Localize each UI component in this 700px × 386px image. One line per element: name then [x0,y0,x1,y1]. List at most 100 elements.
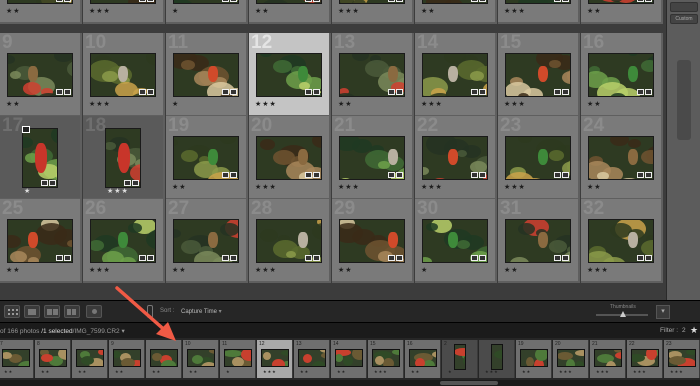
grid-cell[interactable]: ★★★ [332,0,414,24]
grid-cell[interactable]: 26 ★★★ [83,199,165,283]
star-rating[interactable]: ★ [24,188,31,196]
filmstrip-thumbnail[interactable]: 14 ★★ [331,340,367,378]
filmstrip-star-rating[interactable]: ★★ [522,369,531,374]
star-rating[interactable]: ★★ [6,8,21,16]
grid-cell[interactable]: 24 ★★ [581,116,663,200]
develop-badge-icon[interactable] [64,89,71,95]
grid-cell[interactable]: ★★ [581,0,663,24]
star-rating[interactable]: ★★ [504,267,519,275]
collection-badge-icon[interactable] [139,89,146,95]
sort-dropdown[interactable]: Capture Time [181,308,222,315]
collection-badge-icon[interactable] [471,0,478,2]
custom-button[interactable]: Custom [670,14,698,24]
photo-thumbnail[interactable] [22,128,58,188]
filmstrip-thumbnail[interactable]: 2 ★ [442,340,478,378]
filmstrip-star-rating[interactable]: ★★ [189,369,198,374]
grid-cell[interactable]: 17 ★ [0,116,82,200]
grid-cell[interactable]: 28 ★★★ [249,199,331,283]
develop-badge-icon[interactable] [49,180,56,186]
grid-scrollbar-thumb[interactable] [677,60,691,140]
develop-badge-icon[interactable] [396,89,403,95]
develop-badge-icon[interactable] [147,89,154,95]
star-rating[interactable]: ★★★ [255,184,277,192]
develop-badge-icon[interactable] [479,89,486,95]
develop-badge-icon[interactable] [645,255,652,261]
develop-badge-icon[interactable] [479,255,486,261]
grid-cell[interactable]: 13 ★★ [332,33,414,117]
filmstrip-thumbnail[interactable]: ★★ [72,340,108,378]
filmstrip-thumbnail[interactable]: 22 ★★★ [627,340,663,378]
star-rating[interactable]: ★★★ [89,101,111,109]
grid-cell[interactable]: ★★★ [498,0,580,24]
develop-badge-icon[interactable] [230,255,237,261]
collection-badge-icon[interactable] [388,0,395,2]
collection-badge-icon[interactable] [222,255,229,261]
star-rating[interactable]: ★★★ [89,267,111,275]
collection-badge-icon[interactable] [305,172,312,178]
grid-cell[interactable]: 29 ★★ [332,199,414,283]
collection-badge-icon[interactable] [554,172,561,178]
develop-badge-icon[interactable] [230,0,237,2]
compare-view-icon[interactable] [44,305,60,318]
star-rating[interactable]: ★★★ [89,8,111,16]
collection-badge-icon[interactable] [139,255,146,261]
collection-badge-icon[interactable] [554,0,561,2]
collection-badge-icon[interactable] [222,0,229,2]
develop-badge-icon[interactable] [479,0,486,2]
filmstrip-source-info[interactable]: of 166 photos /1 selected/IMG_7599.CR2 ▾ [0,327,125,335]
filmstrip-star-rating[interactable]: ★★ [115,369,124,374]
develop-badge-icon[interactable] [313,89,320,95]
filmstrip-star-rating[interactable]: ★ [448,369,453,374]
filmstrip-star-rating[interactable]: ★★ [78,369,87,374]
grid-cell[interactable]: 22 ★★★ [415,116,497,200]
grid-cell[interactable]: 10 ★★★ [83,33,165,117]
collection-badge-icon[interactable] [388,89,395,95]
star-rating[interactable]: ★★ [587,184,602,192]
star-rating[interactable]: ★★ [338,267,353,275]
toolbar-content-dropdown[interactable]: ▾ [656,305,670,319]
collection-badge-icon[interactable] [56,255,63,261]
collection-badge-icon[interactable] [471,89,478,95]
filmstrip-star-rating[interactable]: ★★ [152,369,161,374]
star-rating[interactable]: ★★★ [504,184,526,192]
filmstrip-thumbnail[interactable]: 15 ★★★ [368,340,404,378]
develop-badge-icon[interactable] [396,172,403,178]
collection-badge-icon[interactable] [305,0,312,2]
develop-badge-icon[interactable] [64,0,71,2]
develop-badge-icon[interactable] [230,172,237,178]
collection-badge-icon[interactable] [222,89,229,95]
grid-cell[interactable]: 19 ★★ [166,116,248,200]
filmstrip-thumbnail[interactable]: ★★ [146,340,182,378]
filmstrip-thumbnail[interactable]: 11 ★ [220,340,256,378]
collection-badge-icon[interactable] [305,255,312,261]
develop-badge-icon[interactable] [64,255,71,261]
develop-badge-icon[interactable] [396,0,403,2]
star-rating[interactable]: ★★ [6,267,21,275]
collection-badge-icon[interactable] [471,255,478,261]
develop-badge-icon[interactable] [562,0,569,2]
collection-badge-icon[interactable] [554,255,561,261]
grid-cell[interactable]: 18 ★★★ [83,116,165,200]
filmstrip-star-rating[interactable]: ★★ [300,369,309,374]
collection-badge-icon[interactable] [41,180,48,186]
develop-badge-icon[interactable] [562,89,569,95]
star-rating[interactable]: ★★★ [255,101,277,109]
grid-cell[interactable]: 12 ★★★ [249,33,331,117]
grid-cell[interactable]: 32 ★★★ [581,199,663,283]
develop-badge-icon[interactable] [645,0,652,2]
grid-cell[interactable]: ★★ [415,0,497,24]
filmstrip-star-rating[interactable]: ★★★ [633,369,647,374]
star-rating[interactable]: ★★ [338,101,353,109]
filmstrip-star-rating[interactable]: ★★★ [596,369,610,374]
filmstrip-thumbnail[interactable]: 20 ★★★ [553,340,589,378]
collection-badge-icon[interactable] [388,172,395,178]
filmstrip-star-rating[interactable]: ★ [226,369,231,374]
stack-count-icon[interactable] [22,126,30,133]
filmstrip-thumbnail[interactable]: 23 ★★★ [664,340,700,378]
develop-badge-icon[interactable] [147,255,154,261]
loupe-view-icon[interactable] [24,305,40,318]
chevron-down-icon[interactable]: ▾ [121,328,124,335]
grid-view-icon[interactable] [4,305,20,318]
develop-badge-icon[interactable] [396,255,403,261]
filmstrip-star-rating[interactable]: ★★ [411,369,420,374]
